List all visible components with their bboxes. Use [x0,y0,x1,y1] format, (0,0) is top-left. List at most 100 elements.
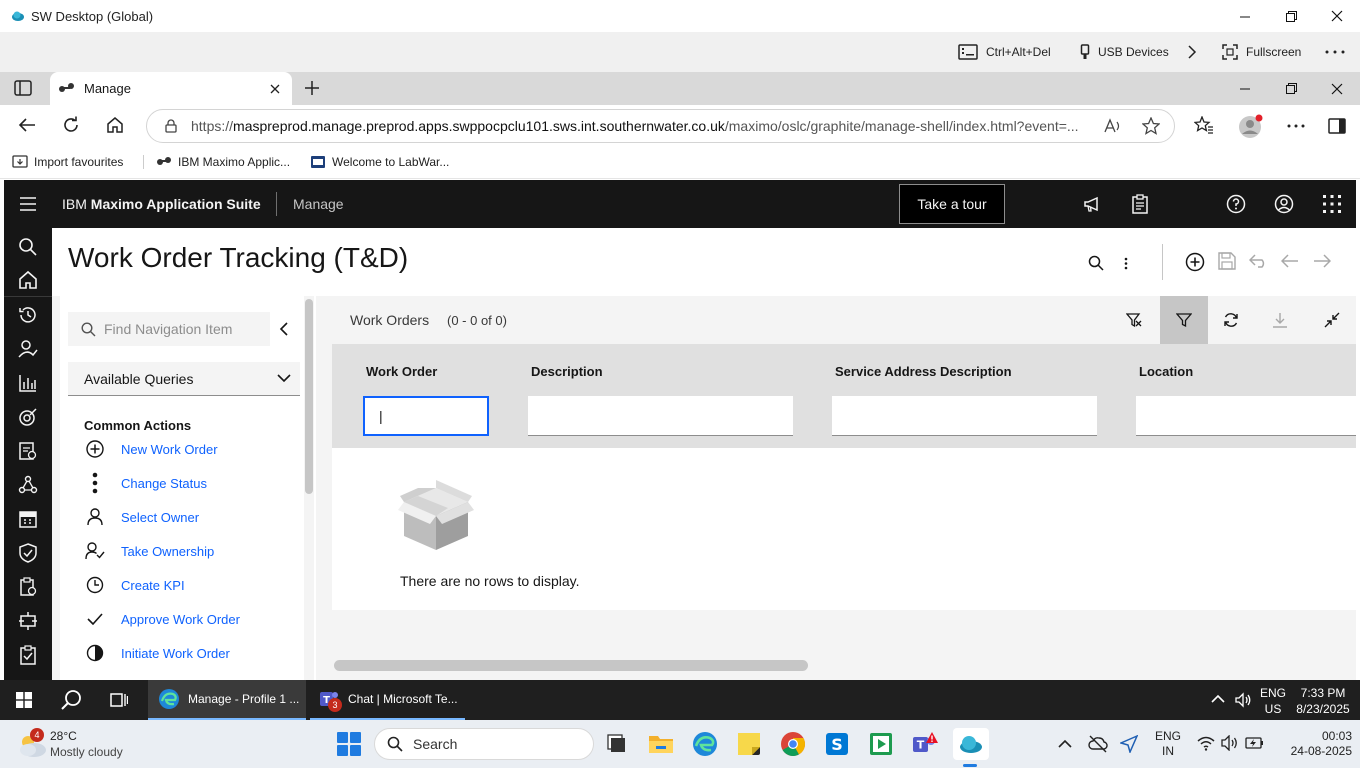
home-icon[interactable] [18,270,38,290]
horizontal-scrollbar-thumb[interactable] [334,660,808,671]
toolbar-expand-button[interactable] [1187,32,1197,72]
announcements-button[interactable] [1082,194,1102,214]
calendar-icon[interactable] [18,509,38,529]
sidebar-toggle-button[interactable] [1328,118,1346,134]
next-record-button[interactable] [1313,254,1331,268]
filter-location-input[interactable] [1136,396,1356,436]
fullscreen-button[interactable]: Fullscreen [1222,32,1301,72]
system-clock[interactable]: 00:03 24-08-2025 [1272,729,1352,759]
history-icon[interactable] [18,305,38,325]
tray-battery[interactable] [1245,735,1265,751]
available-queries-dropdown[interactable]: Available Queries [68,362,300,396]
work-queue-button[interactable] [1130,194,1150,214]
tab-manage[interactable]: Manage [50,72,292,105]
tab-actions-button[interactable] [14,80,32,96]
action-change-status[interactable]: Change Status [84,472,207,494]
page-overflow-button[interactable] [1124,256,1128,270]
app-switcher-button[interactable] [1322,194,1342,214]
weather-widget[interactable]: 4 28°C Mostly cloudy [14,728,164,762]
tray-volume[interactable] [1221,735,1239,751]
tray-location[interactable] [1120,735,1138,753]
ctrl-alt-del-button[interactable]: Ctrl+Alt+Del [958,32,1051,72]
page-search-button[interactable] [1088,255,1104,271]
action-create-kpi[interactable]: Create KPI [84,574,185,596]
refresh-table-button[interactable] [1223,312,1239,328]
app-brand[interactable]: IBM Maximo Application Suite [62,196,261,212]
taskbar-app-sticky-notes[interactable] [733,728,765,760]
restore-button[interactable] [1268,0,1314,32]
previous-record-button[interactable] [1281,254,1299,268]
tray-network-off[interactable] [1088,735,1108,753]
remote-language-indicator[interactable]: ENG US [1258,685,1288,717]
search-icon[interactable] [18,237,38,257]
shield-check-icon[interactable] [18,543,38,563]
profile-button[interactable] [1238,113,1264,139]
checklist-icon[interactable] [18,645,38,665]
taskbar-search-box[interactable]: Search [374,728,594,760]
filter-button[interactable] [1160,296,1208,344]
action-approve-work-order[interactable]: Approve Work Order [84,608,240,630]
work-order-list-icon[interactable] [18,441,38,461]
show-hidden-icons-button[interactable] [1211,694,1225,703]
help-button[interactable] [1226,194,1246,214]
address-bar[interactable]: https://maspreprod.manage.preprod.apps.s… [146,109,1175,143]
start-button[interactable] [333,728,365,760]
close-tab-icon[interactable] [270,84,280,94]
tray-wifi[interactable] [1197,735,1215,751]
side-panel-scrollbar[interactable] [304,296,314,680]
taskbar-app-media-player[interactable] [865,728,897,760]
fav-ibm-maximo[interactable]: IBM Maximo Applic... [156,147,290,177]
taskbar-app-file-explorer[interactable] [645,728,677,760]
filter-service-address-input[interactable] [832,396,1097,436]
star-icon[interactable] [1142,117,1160,135]
minimize-table-button[interactable] [1324,312,1340,328]
language-indicator[interactable]: ENG IN [1153,729,1183,759]
take-tour-button[interactable]: Take a tour [899,184,1005,224]
taskbar-app-skype[interactable]: S [821,728,853,760]
remote-start-button[interactable] [16,692,32,708]
taskbar-task-edge[interactable]: Manage - Profile 1 ... [148,680,306,720]
taskbar-app-sw-desktop[interactable] [953,728,989,760]
user-profile-button[interactable] [1274,194,1294,214]
column-description[interactable]: Description [531,364,603,379]
toolbar-more-button[interactable] [1325,32,1345,72]
user-check-icon[interactable] [18,339,38,359]
integration-icon[interactable] [18,611,38,631]
browser-restore-button[interactable] [1268,72,1314,105]
network-icon[interactable] [18,475,38,495]
refresh-button[interactable] [62,116,80,134]
filter-description-input[interactable] [528,396,793,436]
new-record-button[interactable] [1185,252,1205,272]
new-tab-button[interactable] [304,80,320,96]
scrollbar-thumb[interactable] [305,299,313,494]
volume-button[interactable] [1234,691,1252,709]
favourites-button[interactable] [1194,116,1214,134]
taskbar-app-teams[interactable]: T [909,728,941,760]
asset-icon[interactable] [18,407,38,427]
fav-import[interactable]: Import favourites [12,147,123,177]
usb-devices-button[interactable]: USB Devices [1080,32,1169,72]
action-select-owner[interactable]: Select Owner [84,506,199,528]
save-button[interactable] [1218,252,1236,270]
taskbar-app-chrome[interactable] [777,728,809,760]
taskbar-app-task-view[interactable] [600,728,632,760]
browser-minimize-button[interactable] [1222,72,1268,105]
clear-filter-button[interactable] [1126,312,1142,328]
action-new-work-order[interactable]: New Work Order [84,438,218,460]
minimize-button[interactable] [1222,0,1268,32]
menu-button[interactable] [20,197,36,211]
action-take-ownership[interactable]: Take Ownership [84,540,214,562]
undo-button[interactable] [1249,254,1269,268]
browser-close-button[interactable] [1314,72,1360,105]
read-aloud-icon[interactable] [1104,118,1122,134]
task-view-button[interactable] [110,691,128,709]
remote-clock[interactable]: 7:33 PM 8/23/2025 [1292,685,1354,717]
taskbar-app-edge[interactable] [689,728,721,760]
tray-overflow-button[interactable] [1058,739,1072,748]
taskbar-task-teams[interactable]: T 3 Chat | Microsoft Te... [310,680,465,720]
fav-labware[interactable]: Welcome to LabWar... [310,147,449,177]
find-navigation-input[interactable]: Find Navigation Item [68,312,270,346]
collapse-panel-button[interactable] [279,322,289,336]
filter-work-order-input[interactable]: | [363,396,489,436]
inventory-icon[interactable] [18,577,38,597]
